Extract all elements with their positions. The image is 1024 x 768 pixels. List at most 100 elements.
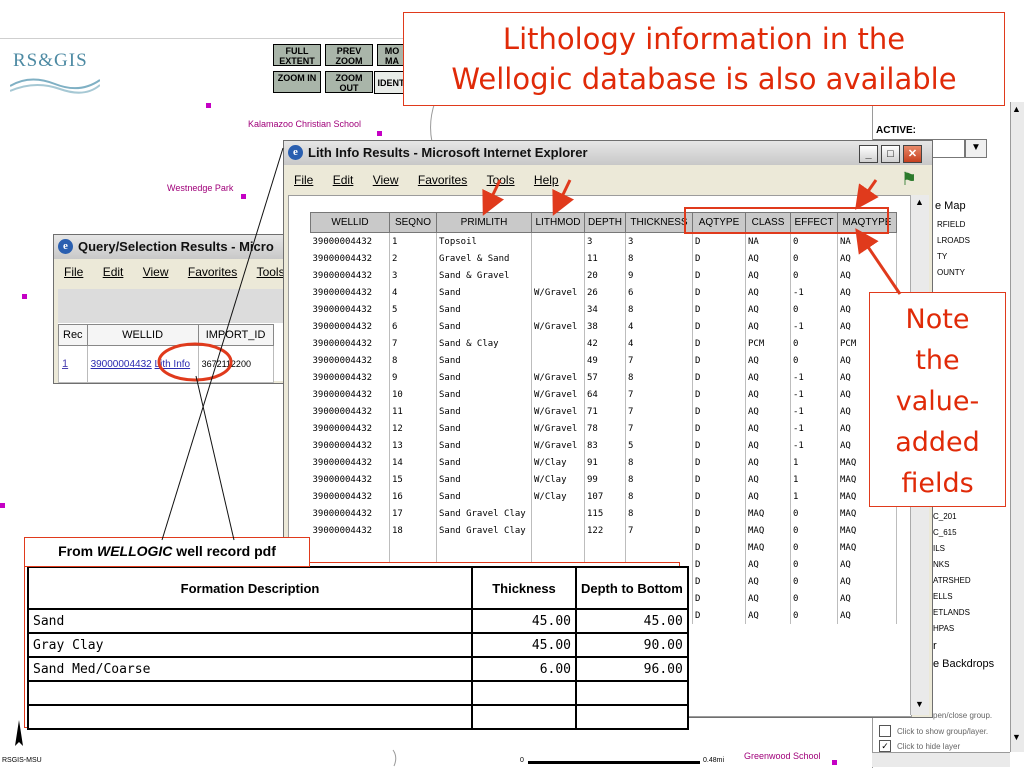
table-cell: 0 xyxy=(790,522,838,539)
hide-layer-checkbox[interactable]: ✓ xyxy=(879,740,891,752)
close-button[interactable]: ✕ xyxy=(903,145,922,163)
wellid-link[interactable]: 39000004432 xyxy=(91,359,152,370)
table-cell: 39000004432 xyxy=(310,284,390,301)
table-cell: Sand Gravel Clay xyxy=(436,505,532,522)
headline-line: Wellogic database is also available xyxy=(451,62,957,96)
menu-view[interactable]: View xyxy=(143,265,169,279)
map-point[interactable] xyxy=(377,131,382,136)
table-cell: 42 xyxy=(584,335,626,352)
legend-hscrollbar[interactable] xyxy=(872,752,1010,767)
map-point[interactable] xyxy=(206,103,211,108)
table-cell: 0 xyxy=(790,590,838,607)
legend-item[interactable]: ELLS xyxy=(933,592,953,601)
scale-end: 0.48mi xyxy=(703,757,725,764)
full-extent-button[interactable]: FULL EXTENT xyxy=(273,44,321,66)
menu-file[interactable]: File xyxy=(294,173,313,187)
table-cell: Sand Gravel Clay xyxy=(436,522,532,539)
table-cell: Sand xyxy=(436,420,532,437)
menu-edit[interactable]: Edit xyxy=(103,265,124,279)
table-cell: 39000004432 xyxy=(310,522,390,539)
legend-item[interactable]: RFIELD xyxy=(937,220,965,229)
maximize-button[interactable]: □ xyxy=(881,145,900,163)
table-cell: -1 xyxy=(790,284,838,301)
scroll-up-icon[interactable]: ▲ xyxy=(1012,104,1021,114)
show-group-checkbox[interactable] xyxy=(879,725,891,737)
table-cell: 64 xyxy=(584,386,626,403)
legend-item[interactable]: ATRSHED xyxy=(933,576,971,585)
column-header: Formation Description xyxy=(27,566,473,610)
legend-item[interactable]: HPAS xyxy=(933,624,954,633)
legend-item[interactable]: r xyxy=(933,640,937,652)
legend-item[interactable]: C_201 xyxy=(933,512,957,521)
map-point[interactable] xyxy=(22,294,27,299)
legend-scrollbar[interactable]: ▲ ▼ xyxy=(1010,102,1024,752)
scroll-up-icon[interactable]: ▲ xyxy=(915,197,924,207)
table-cell: 7 xyxy=(625,420,693,437)
rec-link[interactable]: 1 xyxy=(58,345,88,383)
table-cell: 0 xyxy=(790,352,838,369)
legend-item[interactable]: e Map xyxy=(935,200,966,212)
column-header: WELLID xyxy=(310,212,390,233)
table-cell: 39000004432 xyxy=(310,301,390,318)
table-cell: Gray Clay xyxy=(27,632,473,658)
legend-item[interactable]: NKS xyxy=(933,560,949,569)
lith-window-title: e Lith Info Results - Microsoft Internet… xyxy=(284,141,932,165)
wellogic-table-body: Sand 45.00 45.00 Gray Clay 45.00 90.00 Sand Me… xyxy=(27,608,689,730)
menu-view[interactable]: View xyxy=(373,173,399,187)
table-cell: AQ xyxy=(837,590,897,607)
legend-item[interactable]: C_615 xyxy=(933,528,957,537)
menu-tools[interactable]: Tools xyxy=(487,173,515,187)
menu-file[interactable]: File xyxy=(64,265,83,279)
table-cell xyxy=(531,505,585,522)
table-cell xyxy=(310,539,390,556)
legend-item[interactable]: ETLANDS xyxy=(933,608,970,617)
menu-help[interactable]: Help xyxy=(534,173,559,187)
legend-item[interactable]: TY xyxy=(937,252,947,261)
table-cell xyxy=(531,539,585,556)
table-cell: 39000004432 xyxy=(310,250,390,267)
column-header: THICKNESS xyxy=(625,212,693,233)
active-dropdown-arrow-icon[interactable]: ▼ xyxy=(965,139,987,158)
menu-favorites[interactable]: Favorites xyxy=(188,265,237,279)
prev-zoom-button[interactable]: PREV ZOOM xyxy=(325,44,373,66)
table-cell: 39000004432 xyxy=(310,454,390,471)
scroll-down-icon[interactable]: ▼ xyxy=(915,699,924,709)
table-cell: AQ xyxy=(745,454,791,471)
table-cell: 83 xyxy=(584,437,626,454)
table-cell: -1 xyxy=(790,369,838,386)
table-cell: W/Gravel xyxy=(531,403,585,420)
table-row: 39000004432 16 Sand W/Clay 107 8 D AQ 1 MAQ xyxy=(310,488,897,505)
legend-item[interactable]: ILS xyxy=(933,544,945,553)
legend-item[interactable]: LROADS xyxy=(937,236,970,245)
table-cell: 3 xyxy=(625,232,693,250)
table-cell: AQ xyxy=(745,488,791,505)
legend-item[interactable]: OUNTY xyxy=(937,268,965,277)
table-cell: Sand xyxy=(27,608,473,634)
table-cell: 39000004432 xyxy=(310,386,390,403)
table-row: 39000004432 12 Sand W/Gravel 78 7 D AQ -1 AQ xyxy=(310,420,897,437)
table-cell: 90.00 xyxy=(575,632,689,658)
table-cell: 20 xyxy=(584,267,626,284)
legend-item[interactable]: e Backdrops xyxy=(933,658,994,670)
map-point[interactable] xyxy=(832,760,837,765)
table-cell: AQ xyxy=(837,250,897,267)
menu-favorites[interactable]: Favorites xyxy=(418,173,467,187)
zoom-in-button[interactable]: ZOOM IN xyxy=(273,71,321,93)
table-cell: PCM xyxy=(745,335,791,352)
table-cell: 107 xyxy=(584,488,626,505)
legend-help: pen/close group. xyxy=(933,711,993,720)
map-label-kalamazoo: Kalamazoo Christian School xyxy=(248,119,362,129)
menu-tools[interactable]: Tools xyxy=(257,265,285,279)
menu-edit[interactable]: Edit xyxy=(333,173,354,187)
ie-icon: e xyxy=(58,239,73,254)
table-cell: 26 xyxy=(584,284,626,301)
table-cell: D xyxy=(692,488,746,505)
map-point[interactable] xyxy=(0,503,5,508)
table-cell: 96.00 xyxy=(575,656,689,682)
table-row: 39000004432 2 Gravel & Sand 11 8 D AQ 0 AQ xyxy=(310,250,897,267)
map-point[interactable] xyxy=(241,194,246,199)
scroll-down-icon[interactable]: ▼ xyxy=(1012,732,1021,742)
zoom-out-button[interactable]: ZOOM OUT xyxy=(325,71,373,93)
query-menu-bar: File Edit View Favorites Tools xyxy=(54,265,292,285)
minimize-button[interactable]: _ xyxy=(859,145,878,163)
